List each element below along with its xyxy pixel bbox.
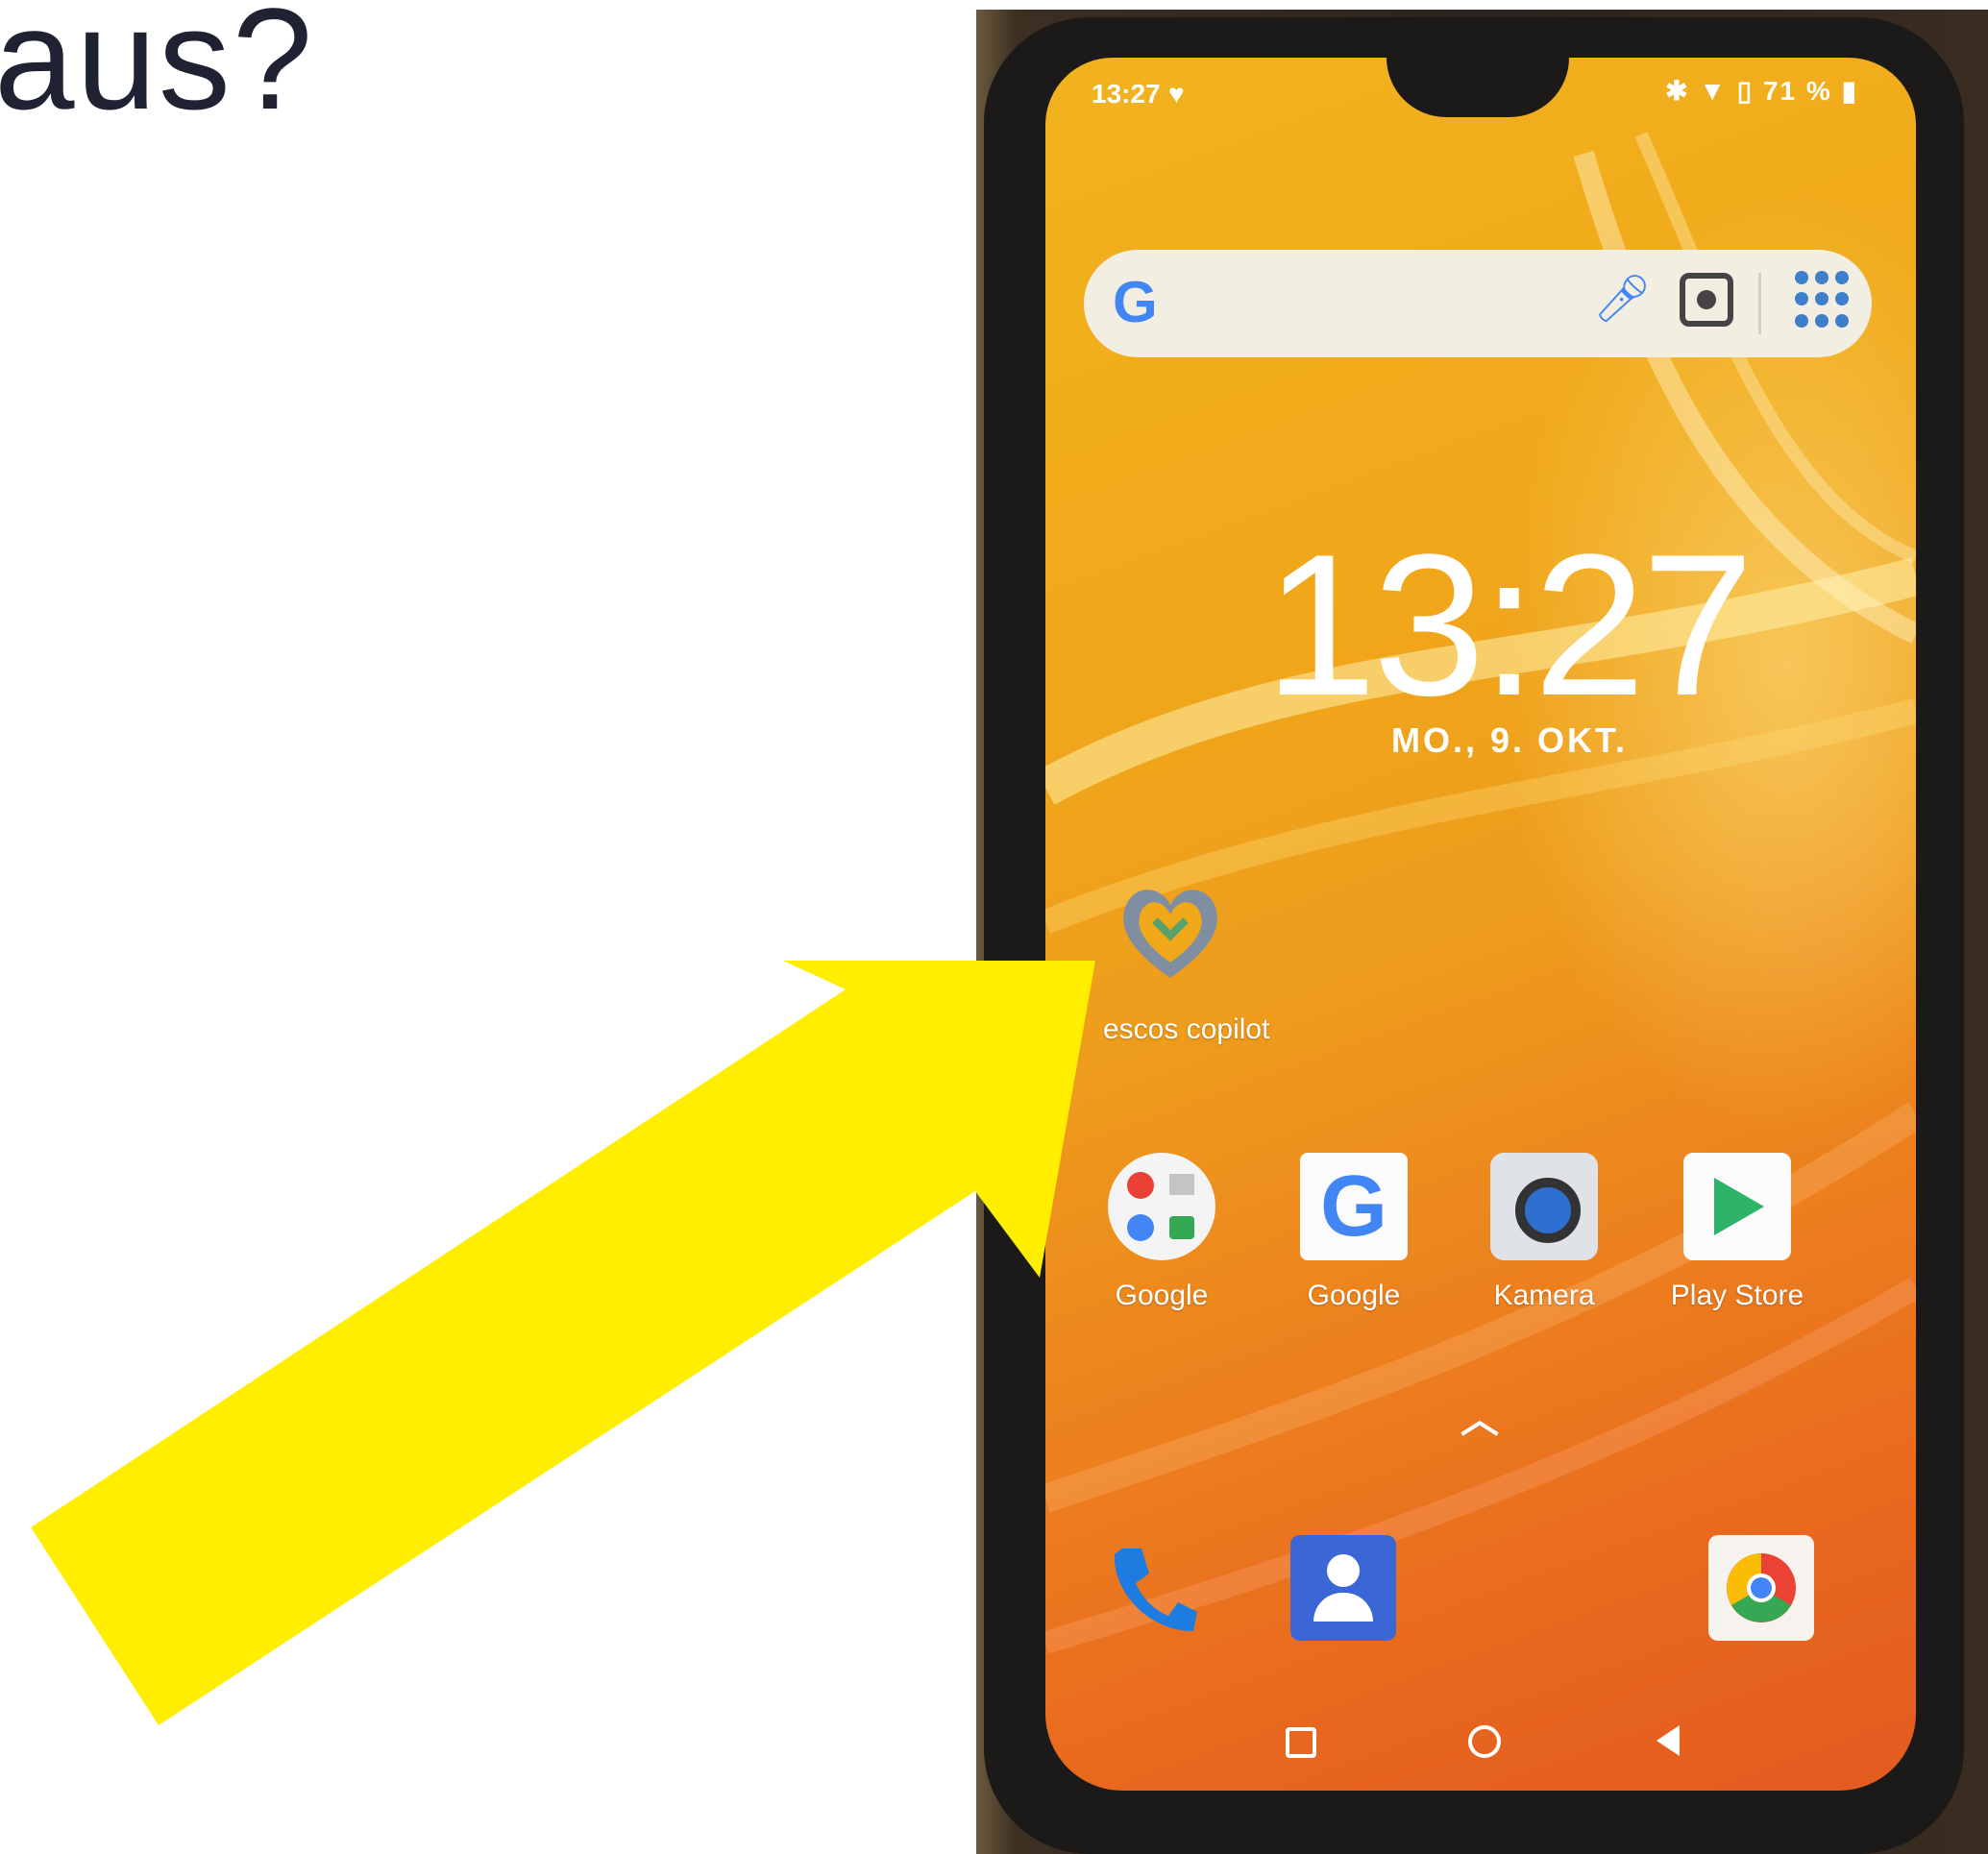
yellow-arrow-icon bbox=[31, 961, 1095, 1725]
